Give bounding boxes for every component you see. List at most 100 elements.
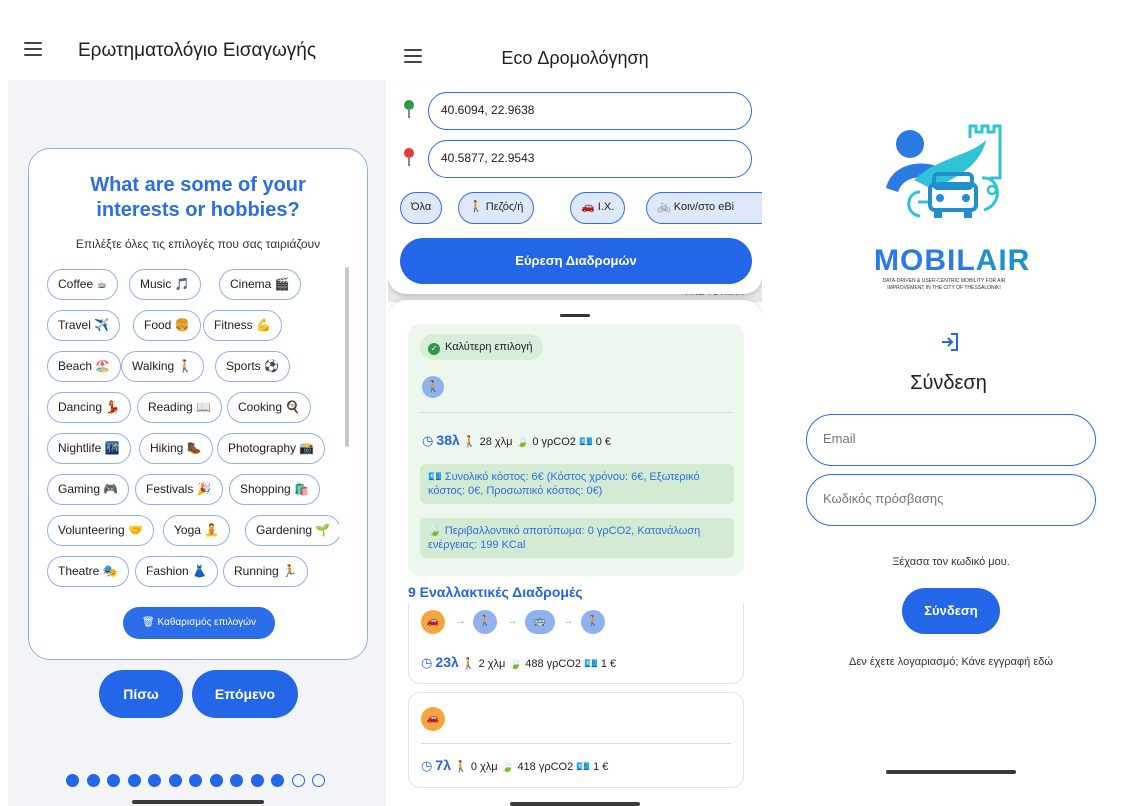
leaf-icon: 🍃 xyxy=(508,658,523,670)
interest-chip[interactable]: Cooking 🍳 xyxy=(227,392,312,423)
route-time: 38λ xyxy=(436,432,460,448)
question-card: What are some of your interests or hobbi… xyxy=(28,148,368,660)
back-button[interactable]: Πίσω xyxy=(99,670,183,718)
mode-chip-car[interactable]: 🚗 Ι.Χ. xyxy=(570,192,626,224)
cost-icon: 💶 xyxy=(428,471,442,483)
interest-chip[interactable]: Food 🍔 xyxy=(133,310,201,341)
page-title: Eco Δρομολόγηση xyxy=(501,48,649,68)
interest-chip[interactable]: Hiking 🥾 xyxy=(139,433,213,464)
step-dot-completed xyxy=(250,774,264,787)
step-dot-completed xyxy=(148,774,161,787)
mode-chip-all[interactable]: Όλα xyxy=(400,192,443,224)
route-time: 7λ xyxy=(435,757,451,773)
interest-chip[interactable]: Fitness 💪 xyxy=(203,310,282,341)
alternative-route-metrics: ◷ 23λ 🚶 2 χλμ 🍃 488 γρCO2 💶 1 € xyxy=(421,654,616,671)
step-dot-completed xyxy=(230,774,243,787)
origin-pin-icon xyxy=(404,100,414,118)
best-option-label: Καλύτερη επιλογή xyxy=(445,341,533,353)
interest-chip[interactable]: Gaming 🎮 xyxy=(47,474,130,505)
system-nav-bar xyxy=(886,770,1016,774)
clock-icon: ◷ xyxy=(422,433,434,448)
car-icon: 🚗 xyxy=(421,610,445,634)
question-line-2: interests or hobbies? xyxy=(96,199,300,221)
page-title: Ερωτηματολόγιο Εισαγωγής xyxy=(78,40,317,61)
divider xyxy=(420,412,732,413)
password-field[interactable]: Κωδικός πρόσβασης xyxy=(806,474,1096,526)
step-dot-pending xyxy=(312,774,325,787)
interest-chip[interactable]: Beach 🏖️ xyxy=(47,351,122,382)
alternative-route-card[interactable]: 🚗 ◷ 7λ 🚶 0 χλμ 🍃 418 γρCO2 💶 1 € xyxy=(408,692,744,788)
route-distance: 0 χλμ xyxy=(470,761,498,773)
check-circle-icon: ✓ xyxy=(428,343,440,355)
mode-chip-public-transport[interactable]: 🚲 Κοιν/στο eBi xyxy=(646,192,762,224)
interest-chip[interactable]: Reading 📖 xyxy=(137,392,222,423)
walk-distance-icon: 🚶 xyxy=(454,761,468,773)
mode-chip-walk[interactable]: 🚶 Πεζός/ή xyxy=(458,192,535,224)
eco-routing-screen: Eco Δρομολόγηση ΑΝΩ ΤΟΥΜΠΑ 40.6094, 22.9… xyxy=(388,0,762,806)
logo-tagline-line-2: IMPROVEMENT IN THE CITY OF THESSALONIKI xyxy=(887,285,1001,291)
interest-chip[interactable]: Cinema 🎬 xyxy=(219,269,301,300)
login-icon xyxy=(942,333,958,351)
step-dot-completed xyxy=(86,774,100,787)
interest-chip[interactable]: Volunteering 🤝 xyxy=(47,515,154,546)
interest-chip[interactable]: Coffee ☕ xyxy=(47,269,119,300)
sheet-drag-handle[interactable] xyxy=(560,314,590,317)
forgot-password-link[interactable]: Ξέχασα τον κωδικό μου. xyxy=(766,556,1131,568)
interest-chip[interactable]: Music 🎵 xyxy=(129,269,201,300)
cost-icon: 💶 xyxy=(584,658,598,670)
app-bar: Ερωτηματολόγιο Εισαγωγής xyxy=(8,0,386,80)
logo-wordmark: MOBILAIR xyxy=(874,244,1029,278)
interest-chip[interactable]: Photography 📸 xyxy=(217,433,326,464)
walk-distance-icon: 🚶 xyxy=(462,436,477,448)
interest-chip[interactable]: Sports ⚽ xyxy=(215,351,290,382)
route-time: 23λ xyxy=(435,654,459,670)
interest-chip[interactable]: Nightlife 🌃 xyxy=(47,433,131,464)
alternative-route-card[interactable]: 🚗 → 🚶 → 🚌 → 🚶 ◷ 23λ 🚶 2 χλμ 🍃 488 γρCO2 … xyxy=(408,604,744,684)
route-co2: 418 γρCO2 xyxy=(517,761,574,773)
app-bar: Eco Δρομολόγηση xyxy=(388,0,762,90)
logo-word-mobil: MOBIL xyxy=(874,244,976,277)
clear-selection-button[interactable]: 🗑 Καθαρισμός επιλογών xyxy=(123,607,275,639)
leaf-icon: 🍃 xyxy=(428,525,442,537)
cost-icon: 💶 xyxy=(576,761,590,773)
logo-tagline: DATA-DRIVEN & USER-CENTRIC MOBILITY FOR … xyxy=(874,278,1014,292)
next-button[interactable]: Επόμενο xyxy=(192,670,298,718)
interest-chip[interactable]: Travel ✈️ xyxy=(47,310,121,341)
interest-chip[interactable]: Fashion 👗 xyxy=(135,556,218,587)
question-line-1: What are some of your xyxy=(90,174,306,196)
chip-list-scrollbar[interactable] xyxy=(345,267,349,447)
email-field[interactable]: Email xyxy=(806,414,1096,466)
step-dot-completed xyxy=(271,774,284,787)
interest-chip[interactable]: Yoga 🧘 xyxy=(163,515,231,546)
step-dot-completed xyxy=(189,774,202,787)
step-dot-completed xyxy=(107,774,120,787)
cost-info-box: 💶 Συνολικό κόστος: 6€ (Κόστος χρόνου: 6€… xyxy=(420,464,734,504)
interest-chip[interactable]: Theatre 🎭 xyxy=(47,556,129,587)
interest-chip[interactable]: Shopping 🛍️ xyxy=(229,474,320,505)
route-distance: 2 χλμ xyxy=(478,658,506,670)
interest-chip[interactable]: Dancing 💃 xyxy=(47,392,132,423)
origin-input[interactable]: 40.6094, 22.9638 xyxy=(428,92,752,130)
step-dot-pending xyxy=(291,774,305,787)
best-route-card[interactable]: ✓ Καλύτερη επιλογή 🚶 ◷ 38λ 🚶 28 χλμ 🍃 0 γ… xyxy=(408,324,744,576)
interest-chip[interactable]: Walking 🚶 xyxy=(121,351,204,382)
interest-chip[interactable]: Festivals 🎉 xyxy=(135,474,223,505)
route-form: 40.6094, 22.9638 40.5877, 22.9543 Όλα 🚶 … xyxy=(388,86,762,294)
find-routes-button[interactable]: Εύρεση Διαδρομών xyxy=(400,238,752,284)
register-link[interactable]: Δεν έχετε λογαριασμό; Κάνε εγγραφή εδώ xyxy=(766,656,1131,668)
best-route-metrics: ◷ 38λ 🚶 28 χλμ 🍃 0 γρCO2 💶 0 € xyxy=(422,432,611,449)
menu-icon[interactable] xyxy=(24,42,42,56)
step-dot-completed xyxy=(66,774,79,787)
interest-chip[interactable]: Running 🏃 xyxy=(223,556,308,587)
route-co2: 0 γρCO2 xyxy=(532,436,576,448)
login-button[interactable]: Σύνδεση xyxy=(902,588,1000,634)
route-cost: 1 € xyxy=(593,761,609,773)
interest-chip[interactable]: Gardening 🌱 xyxy=(245,515,339,546)
car-icon: 🚗 xyxy=(421,707,445,731)
system-nav-bar xyxy=(132,800,264,804)
leaf-icon: 🍃 xyxy=(500,761,515,773)
step-dot-completed xyxy=(127,774,141,787)
destination-input[interactable]: 40.5877, 22.9543 xyxy=(428,140,752,178)
walking-person-icon: 🚶 xyxy=(473,610,497,634)
step-dot-completed xyxy=(209,774,223,787)
